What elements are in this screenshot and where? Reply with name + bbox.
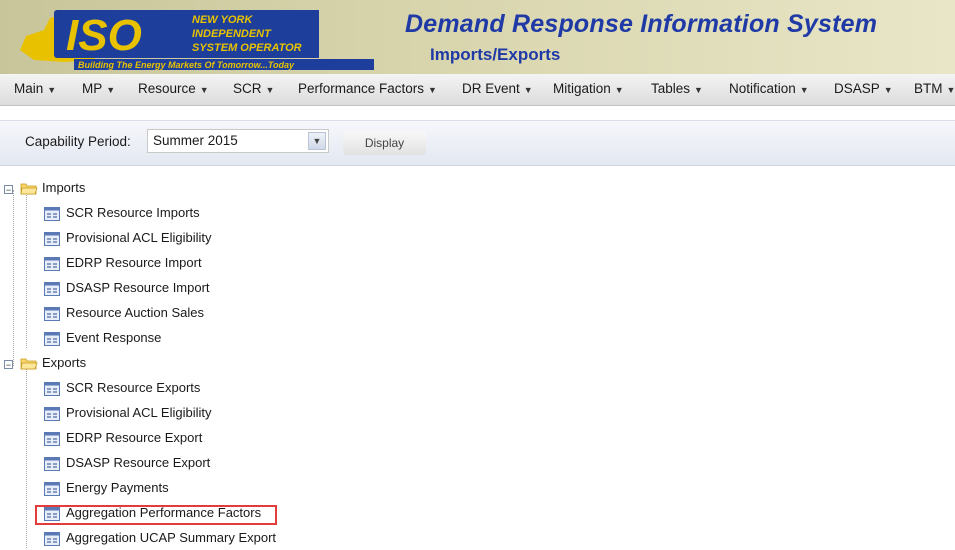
menu-tables[interactable]: Tables ▼ (651, 81, 703, 96)
chevron-down-icon: ▼ (800, 85, 809, 95)
logo-line-2: INDEPENDENT (192, 28, 272, 40)
menu-mitigation[interactable]: Mitigation ▼ (553, 81, 624, 96)
tree-item-label: SCR Resource Exports (66, 380, 200, 395)
tree-guide-line (26, 367, 27, 548)
menu-mp[interactable]: MP ▼ (82, 81, 115, 96)
menu-performance-factors-label: Performance Factors (298, 81, 424, 96)
menu-btm-label: BTM (914, 81, 943, 96)
tree-item-label: DSASP Resource Export (66, 455, 210, 470)
tree-guide-line (26, 192, 27, 348)
header-banner: ISO NEW YORK INDEPENDENT SYSTEM OPERATOR… (0, 0, 955, 74)
tree-folder-label: Imports (42, 180, 85, 195)
menu-dsasp-label: DSASP (834, 81, 880, 96)
menu-scr-label: SCR (233, 81, 262, 96)
tree-item-label: EDRP Resource Import (66, 255, 202, 270)
tree-item-label: Energy Payments (66, 480, 169, 495)
folder-open-icon (20, 357, 38, 370)
report-icon (44, 257, 60, 271)
capability-period-value: Summer 2015 (153, 133, 238, 148)
tree-item-label: EDRP Resource Export (66, 430, 202, 445)
report-icon (44, 332, 60, 346)
main-menu-bar: Main ▼ MP ▼ Resource ▼ SCR ▼ Performance Fac… (0, 74, 955, 106)
logo-tagline: Building The Energy Markets Of Tomorrow.… (78, 60, 295, 70)
menu-resource-label: Resource (138, 81, 196, 96)
capability-period-select[interactable]: Summer 2015 ▼ (147, 129, 329, 153)
display-button[interactable]: Display (343, 131, 426, 155)
folder-open-icon (20, 182, 38, 195)
report-icon (44, 432, 60, 446)
page-title: Imports/Exports (430, 45, 560, 65)
menu-dr-event-label: DR Event (462, 81, 520, 96)
tree-folder-label: Exports (42, 355, 86, 370)
collapse-toggle-icon[interactable]: − (4, 360, 13, 369)
report-icon (44, 532, 60, 546)
chevron-down-icon: ▼ (428, 85, 437, 95)
tree-item-label: DSASP Resource Import (66, 280, 210, 295)
highlight-box (35, 505, 277, 525)
report-icon (44, 382, 60, 396)
menu-scr[interactable]: SCR ▼ (233, 81, 274, 96)
menu-notification[interactable]: Notification ▼ (729, 81, 809, 96)
chevron-down-icon: ▼ (524, 85, 533, 95)
report-icon (44, 307, 60, 321)
filter-toolbar: Capability Period: Summer 2015 ▼ Display (0, 120, 955, 166)
chevron-down-icon[interactable]: ▼ (308, 132, 326, 150)
logo-iso-text: ISO (66, 11, 142, 60)
menu-dsasp[interactable]: DSASP ▼ (834, 81, 893, 96)
tree-item-label: Event Response (66, 330, 161, 345)
menu-main-label: Main (14, 81, 43, 96)
chevron-down-icon: ▼ (200, 85, 209, 95)
menu-performance-factors[interactable]: Performance Factors ▼ (298, 81, 437, 96)
menu-mp-label: MP (82, 81, 102, 96)
report-icon (44, 207, 60, 221)
tree-item-label: SCR Resource Imports (66, 205, 200, 220)
menu-resource[interactable]: Resource ▼ (138, 81, 209, 96)
tree-item-label: Provisional ACL Eligibility (66, 405, 211, 420)
chevron-down-icon: ▼ (615, 85, 624, 95)
chevron-down-icon: ▼ (106, 85, 115, 95)
chevron-down-icon: ▼ (266, 85, 275, 95)
nyiso-logo: ISO NEW YORK INDEPENDENT SYSTEM OPERATOR… (14, 6, 384, 70)
logo-line-1: NEW YORK (192, 14, 253, 26)
tree-guide-line (13, 190, 14, 366)
tree-item-label: Resource Auction Sales (66, 305, 204, 320)
menu-main[interactable]: Main ▼ (14, 81, 56, 96)
menu-notification-label: Notification (729, 81, 796, 96)
menu-btm[interactable]: BTM ▼ (914, 81, 955, 96)
chevron-down-icon: ▼ (884, 85, 893, 95)
tree-item-label: Provisional ACL Eligibility (66, 230, 211, 245)
report-icon (44, 457, 60, 471)
menu-dr-event[interactable]: DR Event ▼ (462, 81, 533, 96)
collapse-toggle-icon[interactable]: − (4, 185, 13, 194)
chevron-down-icon: ▼ (947, 85, 955, 95)
chevron-down-icon: ▼ (47, 85, 56, 95)
menu-mitigation-label: Mitigation (553, 81, 611, 96)
menu-tables-label: Tables (651, 81, 690, 96)
report-icon (44, 482, 60, 496)
report-icon (44, 407, 60, 421)
tree-item-label: Aggregation UCAP Summary Export (66, 530, 276, 545)
report-icon (44, 232, 60, 246)
app-title: Demand Response Information System (405, 10, 877, 39)
chevron-down-icon: ▼ (694, 85, 703, 95)
report-icon (44, 282, 60, 296)
capability-period-label: Capability Period: (25, 134, 131, 149)
logo-line-3: SYSTEM OPERATOR (192, 42, 302, 54)
